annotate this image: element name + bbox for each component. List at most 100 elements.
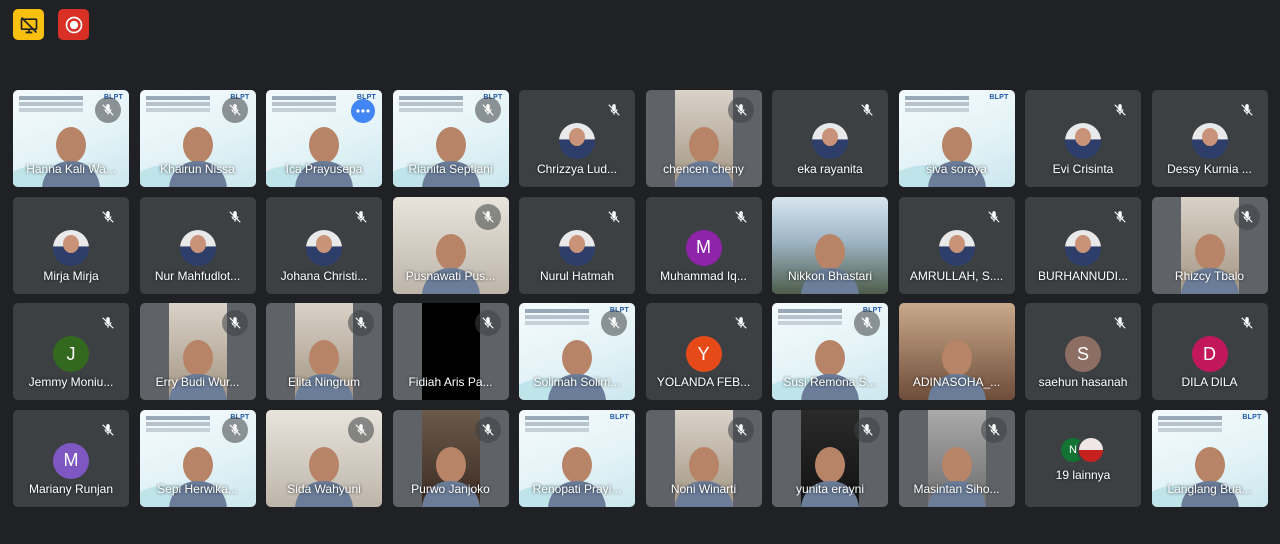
participant-tile[interactable]: yunita erayni	[772, 409, 888, 507]
mic-off-icon	[980, 416, 1007, 443]
participant-tile[interactable]: chencen cheny	[645, 90, 762, 187]
participant-name: Nur Mahfudlot...	[154, 268, 241, 283]
participant-video	[42, 123, 100, 187]
participant-name: Purwo Janjoko	[411, 481, 490, 496]
participant-name: Hanna Kali Wa...	[26, 162, 116, 176]
participant-name: Erry Budi Wur...	[155, 375, 240, 389]
participant-tile[interactable]: Rhizcy Tbalo	[1151, 196, 1268, 294]
participant-name: ADINASOHA_...	[912, 375, 1001, 389]
participant-video	[295, 443, 353, 507]
presentation-toggle-button[interactable]	[13, 9, 44, 40]
participant-video	[927, 443, 986, 507]
participant-name: Muhammad Iq...	[660, 268, 747, 283]
participant-tile[interactable]: ADINASOHA_...	[898, 303, 1015, 400]
participant-name: Langlang Bua...	[1167, 481, 1252, 496]
avatar	[1065, 123, 1101, 159]
participant-tile[interactable]: BLPTKhairun Nissa	[139, 90, 256, 187]
participant-tile[interactable]: Purwo Janjoko	[392, 409, 509, 507]
participant-tile[interactable]: BLPT siva soraya	[898, 90, 1015, 187]
participant-name: Evi Crisinta	[1052, 162, 1114, 176]
participant-grid: BLPTHanna Kali Wa...BLPTKhairun NissaBLP…	[13, 90, 1268, 507]
participant-tile[interactable]: BLPTSepi Herwika...	[139, 409, 256, 507]
participant-tile[interactable]: Masintan Siho...	[898, 409, 1015, 507]
participant-tile[interactable]: Noni Winarti	[645, 409, 762, 507]
participant-name: Renopati Prayi...	[532, 481, 622, 496]
mic-off-icon	[1234, 97, 1260, 123]
participant-tile[interactable]: Evi Crisinta	[1025, 90, 1141, 187]
participant-tile[interactable]: Nurul Hatmah	[519, 196, 635, 294]
participant-tile[interactable]: Y YOLANDA FEB...	[645, 303, 762, 400]
mic-off-icon	[1107, 97, 1133, 123]
mic-off-icon	[601, 310, 627, 336]
participant-tile[interactable]: Sida Wahyuni	[266, 409, 382, 507]
participant-tile[interactable]: Chrizzya Lud...	[519, 90, 635, 187]
mic-off-icon	[601, 204, 627, 230]
participant-video	[421, 443, 480, 507]
participant-tile[interactable]: Elita Ningrum	[266, 303, 382, 400]
avatar	[559, 123, 595, 159]
participant-tile[interactable]: J Jemmy Moniu...	[13, 303, 129, 400]
mic-off-icon	[727, 97, 754, 123]
participant-name: Masintan Siho...	[913, 481, 1000, 496]
participant-name: Rhizcy Tbalo	[1174, 268, 1245, 283]
mic-off-icon	[728, 310, 754, 336]
participant-name: Noni Winarti	[670, 481, 737, 496]
participant-tile[interactable]: Nur Mahfudlot...	[139, 196, 256, 294]
avatar: M	[685, 229, 722, 266]
participant-tile[interactable]: BLPT Renopati Prayi...	[519, 409, 635, 507]
participant-tile[interactable]: M Mariany Runjan	[13, 409, 129, 507]
mic-off-icon	[95, 310, 121, 336]
participant-name: Jemmy Moniu...	[28, 375, 114, 389]
avatar: Y	[685, 336, 722, 372]
slide-logo: BLPT	[989, 94, 1009, 101]
participant-tile[interactable]: Nikkon Bhastari	[772, 196, 888, 294]
more-options-button[interactable]	[351, 99, 375, 123]
participant-tile[interactable]: Mirja Mirja	[13, 196, 129, 294]
avatar	[559, 229, 595, 266]
participant-video	[801, 443, 859, 507]
participant-name: saehun hasanah	[1038, 375, 1128, 389]
participant-name: Dessy Kurnia ...	[1167, 162, 1252, 176]
avatar	[1191, 123, 1228, 159]
participant-tile[interactable]: BLPTSusi Remona S...	[772, 303, 888, 400]
participant-tile[interactable]: Johana Christi...	[266, 196, 382, 294]
mic-off-icon	[95, 97, 121, 123]
participant-tile[interactable]: AMRULLAH, S....	[898, 196, 1015, 294]
participant-tile[interactable]: BLPTRianita Septiani	[392, 90, 509, 187]
avatar	[1065, 229, 1101, 266]
presentation-off-icon	[20, 16, 37, 33]
record-button[interactable]	[58, 9, 89, 40]
participant-tile[interactable]: BLPTHanna Kali Wa...	[13, 90, 129, 187]
mic-off-icon	[474, 97, 501, 123]
participant-tile[interactable]: BLPTSolimah Solim...	[519, 303, 635, 400]
participant-video	[421, 230, 480, 294]
participant-tile[interactable]: Pusnawati Pus...	[392, 196, 509, 294]
participant-tile[interactable]: Dessy Kurnia ...	[1151, 90, 1268, 187]
more-participants-tile[interactable]: N 19 lainnya	[1025, 409, 1141, 507]
participant-name: 19 lainnya	[1055, 467, 1111, 482]
participant-tile[interactable]: BURHANNUDI...	[1025, 196, 1141, 294]
avatar	[1077, 435, 1105, 464]
participant-tile[interactable]: D DILA DILA	[1151, 303, 1268, 400]
participant-name: Pusnawati Pus...	[405, 268, 496, 283]
mic-off-icon	[854, 416, 880, 443]
participant-tile[interactable]: eka rayanita	[772, 90, 888, 187]
participant-video	[1180, 230, 1239, 294]
participant-tile[interactable]: Erry Budi Wur...	[139, 303, 256, 400]
more-options-icon	[356, 109, 370, 113]
participant-tile[interactable]: Ssaehun hasanah	[1025, 303, 1141, 400]
mic-off-icon	[221, 97, 248, 123]
participant-tile[interactable]: BLPT Ica Prayusepa	[266, 90, 382, 187]
participant-tile[interactable]: BLPT Langlang Bua...	[1151, 409, 1268, 507]
participant-name: yunita erayni	[795, 481, 865, 496]
participant-name: Sepi Herwika...	[157, 481, 238, 496]
participant-name: Ica Prayusepa	[285, 162, 363, 176]
mic-off-icon	[348, 204, 374, 230]
participant-name: AMRULLAH, S....	[909, 268, 1004, 283]
participant-tile[interactable]: M Muhammad Iq...	[645, 196, 762, 294]
mic-off-icon	[1233, 203, 1260, 230]
mic-off-icon	[1107, 310, 1133, 336]
participant-video	[168, 336, 227, 400]
participant-tile[interactable]: Fidiah Aris Pa...	[392, 303, 509, 400]
avatar: M	[53, 442, 89, 479]
